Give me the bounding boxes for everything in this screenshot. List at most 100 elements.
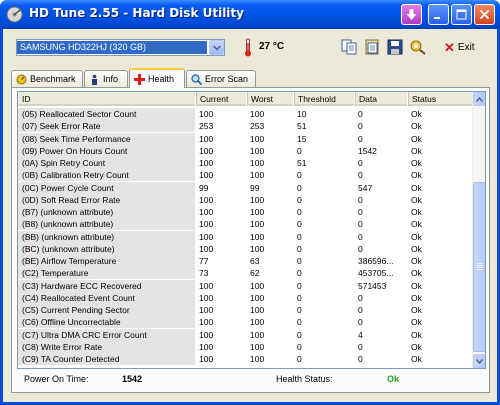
cell-current: 100 bbox=[199, 305, 214, 315]
exit-button[interactable]: ✕ Exit bbox=[444, 38, 475, 56]
table-row[interactable]: (08) Seek Time Performance 100 100 15 0 Ok bbox=[18, 132, 474, 145]
cell-worst: 100 bbox=[250, 354, 265, 364]
table-row[interactable]: (C9) TA Counter Detected 100 100 0 0 Ok bbox=[18, 353, 474, 365]
tab-info[interactable]: Info bbox=[84, 70, 128, 87]
cell-id: (C9) TA Counter Detected bbox=[18, 353, 195, 365]
table-row[interactable]: (C3) Hardware ECC Recovered 100 100 0 571453… bbox=[18, 279, 474, 292]
cell-worst: 99 bbox=[250, 182, 260, 193]
column-header-id[interactable]: ID bbox=[18, 92, 196, 106]
drive-select[interactable]: SAMSUNG HD322HJ (320 GB) bbox=[16, 39, 225, 56]
cell-data: 453705... bbox=[358, 268, 394, 279]
cell-data: 0 bbox=[358, 243, 363, 254]
minimize-icon bbox=[434, 17, 440, 19]
table-row[interactable]: (C4) Reallocated Event Count 100 100 0 0 Ok bbox=[18, 291, 474, 304]
cell-id: (09) Power On Hours Count bbox=[18, 144, 195, 157]
window-title: HD Tune 2.55 - Hard Disk Utility bbox=[29, 6, 244, 20]
table-header: ID Current Worst Threshold Data Status bbox=[18, 92, 474, 106]
cell-current: 253 bbox=[199, 121, 214, 132]
copy-all-icon[interactable] bbox=[363, 38, 381, 56]
cell-worst: 100 bbox=[250, 170, 265, 181]
cell-worst: 253 bbox=[250, 121, 265, 132]
download-arrow-icon bbox=[406, 8, 417, 20]
vertical-scrollbar[interactable] bbox=[472, 92, 485, 368]
cell-id: (B7) (unknown attribute) bbox=[18, 206, 195, 218]
cell-status: Ok bbox=[411, 292, 422, 303]
cell-current: 77 bbox=[199, 256, 209, 266]
column-header-threshold[interactable]: Threshold bbox=[294, 92, 355, 106]
table-row[interactable]: (05) Reallocated Sector Count 100 100 10 0 Ok bbox=[18, 108, 474, 120]
cell-threshold: 0 bbox=[297, 341, 302, 352]
health-cross-icon bbox=[134, 73, 145, 85]
cell-id: (0B) Calibration Retry Count bbox=[18, 169, 195, 182]
chevron-down-icon[interactable] bbox=[209, 40, 224, 55]
minimize-button[interactable] bbox=[428, 4, 449, 25]
column-header-data[interactable]: Data bbox=[355, 92, 408, 106]
cell-worst: 100 bbox=[250, 243, 265, 254]
table-row[interactable]: (C6) Offline Uncorrectable 100 100 0 0 Ok bbox=[18, 316, 474, 329]
cell-data: 386596... bbox=[358, 256, 394, 266]
tab-benchmark[interactable]: Benchmark bbox=[11, 70, 83, 87]
cell-current: 99 bbox=[199, 182, 209, 193]
table-row[interactable]: (C7) Ultra DMA CRC Error Count 100 100 0 4 Ok bbox=[18, 328, 474, 341]
cell-worst: 100 bbox=[250, 145, 265, 156]
cell-data: 0 bbox=[358, 207, 363, 217]
column-header-worst[interactable]: Worst bbox=[247, 92, 294, 106]
cell-id: (BC) (unknown attribute) bbox=[18, 242, 195, 255]
drive-select-value: SAMSUNG HD322HJ (320 GB) bbox=[17, 41, 207, 54]
table-row[interactable]: (C5) Current Pending Sector 100 100 0 0 Ok bbox=[18, 304, 474, 316]
scroll-thumb[interactable] bbox=[473, 182, 485, 352]
title-bar[interactable]: HD Tune 2.55 - Hard Disk Utility bbox=[0, 0, 500, 29]
table-row[interactable]: (0D) Soft Read Error Rate 100 100 0 0 Ok bbox=[18, 193, 474, 206]
table-row[interactable]: (07) Seek Error Rate 253 253 51 0 Ok bbox=[18, 120, 474, 133]
cell-id: (C3) Hardware ECC Recovered bbox=[18, 279, 195, 292]
table-row[interactable]: (B7) (unknown attribute) 100 100 0 0 Ok bbox=[18, 206, 474, 218]
table-row[interactable]: (C2) Temperature 73 62 0 453705... Ok bbox=[18, 267, 474, 280]
cell-id: (05) Reallocated Sector Count bbox=[18, 108, 195, 120]
cell-data: 0 bbox=[358, 305, 363, 315]
cell-data: 547 bbox=[358, 182, 373, 193]
arrow-down-icon bbox=[476, 358, 483, 364]
save-icon[interactable] bbox=[386, 38, 404, 56]
table-row[interactable]: (0B) Calibration Retry Count 100 100 0 0 Ok bbox=[18, 169, 474, 182]
download-button[interactable] bbox=[401, 4, 422, 25]
maximize-button[interactable] bbox=[451, 4, 472, 25]
health-status-label: Health Status: bbox=[276, 374, 333, 384]
cell-threshold: 0 bbox=[297, 145, 302, 156]
options-icon[interactable] bbox=[409, 38, 427, 56]
cell-id: (C2) Temperature bbox=[18, 267, 195, 280]
health-panel: ID Current Worst Threshold Data Status (… bbox=[11, 87, 490, 393]
table-row[interactable]: (BE) Airflow Temperature 77 63 0 386596... Ok bbox=[18, 255, 474, 267]
maximize-icon bbox=[456, 9, 467, 20]
cell-threshold: 0 bbox=[297, 317, 302, 328]
smart-attributes-table[interactable]: ID Current Worst Threshold Data Status (… bbox=[17, 91, 486, 369]
table-row[interactable]: (0C) Power Cycle Count 99 99 0 547 Ok bbox=[18, 181, 474, 194]
column-header-current[interactable]: Current bbox=[196, 92, 247, 106]
cell-data: 0 bbox=[358, 194, 363, 205]
tab-health[interactable]: Health bbox=[129, 68, 185, 88]
health-status-value: Ok bbox=[387, 374, 400, 384]
table-row[interactable]: (B8) (unknown attribute) 100 100 0 0 Ok bbox=[18, 218, 474, 231]
cell-worst: 63 bbox=[250, 256, 260, 266]
table-row[interactable]: (BB) (unknown attribute) 100 100 0 0 Ok bbox=[18, 230, 474, 243]
cell-worst: 100 bbox=[250, 109, 265, 119]
table-row[interactable]: (BC) (unknown attribute) 100 100 0 0 Ok bbox=[18, 242, 474, 255]
copy-icon[interactable] bbox=[340, 38, 358, 56]
table-row[interactable]: (0A) Spin Retry Count 100 100 51 0 Ok bbox=[18, 157, 474, 169]
cell-data: 0 bbox=[358, 354, 363, 364]
table-row[interactable]: (09) Power On Hours Count 100 100 0 1542 Ok bbox=[18, 144, 474, 157]
cell-id: (C4) Reallocated Event Count bbox=[18, 291, 195, 304]
cell-id: (C6) Offline Uncorrectable bbox=[18, 316, 195, 329]
tab-error-scan[interactable]: Error Scan bbox=[186, 70, 256, 87]
cell-data: 1542 bbox=[358, 145, 377, 156]
exit-label: Exit bbox=[457, 41, 475, 53]
column-header-status[interactable]: Status bbox=[408, 92, 474, 106]
cell-worst: 100 bbox=[250, 341, 265, 352]
cell-current: 100 bbox=[199, 219, 214, 230]
cell-data: 0 bbox=[358, 133, 363, 144]
close-button[interactable] bbox=[474, 4, 495, 25]
table-row[interactable]: (C8) Write Error Rate 100 100 0 0 Ok bbox=[18, 340, 474, 353]
scroll-down-button[interactable] bbox=[473, 354, 485, 368]
cell-id: (0A) Spin Retry Count bbox=[18, 157, 195, 169]
scroll-up-button[interactable] bbox=[473, 92, 485, 106]
cell-current: 100 bbox=[199, 231, 214, 242]
